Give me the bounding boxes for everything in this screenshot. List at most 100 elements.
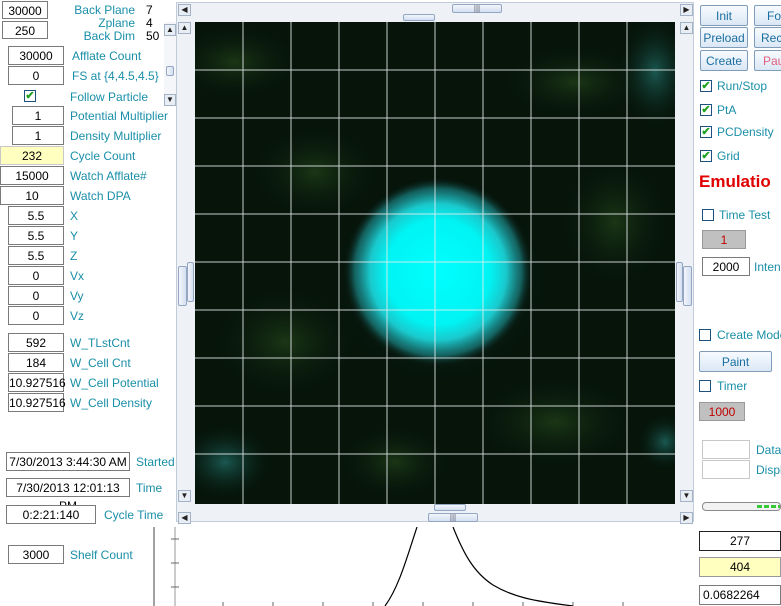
follow-particle-checkbox[interactable]: ✔ bbox=[24, 90, 36, 102]
bottom-splitter-handle[interactable] bbox=[434, 504, 466, 511]
right-scroll-up-icon[interactable]: ▲ bbox=[680, 22, 693, 34]
cycle-time-field[interactable]: 0:2:21:140 bbox=[6, 505, 96, 524]
create-mode-checkbox[interactable] bbox=[699, 329, 711, 341]
started-field[interactable]: 7/30/2013 3:44:30 AM bbox=[6, 452, 130, 471]
timer-checkbox[interactable] bbox=[699, 380, 711, 392]
cycle-count-field: 232 bbox=[0, 146, 64, 165]
check-icon: ✔ bbox=[701, 150, 711, 162]
check-icon: ✔ bbox=[701, 80, 711, 92]
y-field[interactable]: 5.5 bbox=[8, 226, 64, 245]
grid-checkbox[interactable]: ✔ bbox=[700, 150, 712, 162]
w-cell-potential-field[interactable]: 10.927516 bbox=[8, 373, 66, 392]
cycle-time-label: Cycle Time bbox=[104, 508, 164, 522]
side-scroll-up-icon[interactable]: ▲ bbox=[164, 24, 176, 36]
create-button[interactable]: Create bbox=[700, 50, 748, 71]
noise-blob bbox=[335, 422, 455, 502]
watch-dpa-label: Watch DPA bbox=[70, 189, 131, 203]
side-scroll-down-icon[interactable]: ▼ bbox=[164, 94, 176, 106]
pause-button[interactable]: Pau bbox=[754, 50, 781, 71]
watch-dpa-field[interactable]: 10 bbox=[0, 186, 64, 205]
z-label: Z bbox=[70, 249, 78, 263]
z-field[interactable]: 5.5 bbox=[8, 246, 64, 265]
afflate-count-field[interactable]: 30000 bbox=[8, 46, 64, 65]
back-dim-label: Back Dim bbox=[83, 29, 135, 43]
left-scroll-up-icon[interactable]: ▲ bbox=[178, 22, 191, 34]
display-field[interactable] bbox=[702, 460, 750, 479]
vy-field[interactable]: 0 bbox=[8, 286, 64, 305]
watch-afflate-field[interactable]: 15000 bbox=[0, 166, 64, 185]
shelf-count-label: Shelf Count bbox=[70, 548, 133, 562]
w-cell-density-label: W_Cell Density bbox=[70, 396, 153, 410]
left-splitter-handle[interactable] bbox=[187, 262, 194, 302]
x-label: X bbox=[70, 209, 79, 223]
pta-checkbox[interactable]: ✔ bbox=[700, 104, 712, 116]
w-cell-cnt-label: W_Cell Cnt bbox=[70, 356, 131, 370]
pcdensity-checkbox[interactable]: ✔ bbox=[700, 126, 712, 138]
y-label: Y bbox=[70, 229, 79, 243]
time-label: Time bbox=[136, 481, 163, 495]
top-field-1[interactable]: 30000 bbox=[2, 1, 48, 19]
graph-background bbox=[153, 527, 690, 606]
vx-field[interactable]: 0 bbox=[8, 266, 64, 285]
w-cell-density-field[interactable]: 10.927516 bbox=[8, 393, 66, 412]
cycle-count-label: Cycle Count bbox=[70, 149, 136, 163]
data-field[interactable] bbox=[702, 440, 750, 459]
density-multiplier-label: Density Multiplier bbox=[70, 129, 162, 143]
fo-button[interactable]: Fo bbox=[754, 5, 781, 26]
potential-multiplier-field[interactable]: 1 bbox=[12, 106, 64, 125]
data-label: Data bbox=[756, 443, 781, 457]
x-field[interactable]: 5.5 bbox=[8, 206, 64, 225]
time-test-checkbox[interactable] bbox=[702, 209, 714, 221]
right-scroll-thumb[interactable] bbox=[683, 266, 692, 306]
preload-button[interactable]: Preload bbox=[700, 27, 748, 48]
top-scroll-thumb[interactable]: ||| bbox=[452, 4, 502, 13]
bottom-scroll-left-icon[interactable]: ◀ bbox=[178, 512, 191, 524]
top-scroll-left-icon[interactable]: ◀ bbox=[178, 4, 191, 16]
right-scroll-down-icon[interactable]: ▼ bbox=[680, 490, 693, 502]
check-icon: ✔ bbox=[25, 90, 35, 102]
cycle-graph bbox=[153, 527, 690, 606]
top-field-2[interactable]: 250 bbox=[2, 21, 48, 39]
intensity-field[interactable]: 2000 bbox=[702, 257, 750, 276]
value-ratio-field: 0.0682264 bbox=[699, 585, 781, 605]
top-splitter-handle[interactable] bbox=[403, 14, 435, 21]
fs-label: FS at {4,4.5,4.5} bbox=[72, 69, 159, 83]
display-label: Displ bbox=[756, 463, 781, 477]
run-stop-checkbox[interactable]: ✔ bbox=[700, 80, 712, 92]
fs-field[interactable]: 0 bbox=[8, 66, 64, 85]
back-dim-value: 50 bbox=[146, 29, 160, 43]
vz-field[interactable]: 0 bbox=[8, 306, 64, 325]
pcdensity-label: PCDensity bbox=[717, 125, 774, 139]
timer-value: 1000 bbox=[699, 402, 745, 421]
time-test-label: Time Test bbox=[719, 208, 771, 222]
shelf-count-field[interactable]: 3000 bbox=[8, 545, 64, 564]
emulation-label: Emulatio bbox=[699, 172, 771, 191]
side-scroll-thumb[interactable] bbox=[166, 66, 174, 76]
bottom-scroll-right-icon[interactable]: ▶ bbox=[680, 512, 693, 524]
afflate-count-label: Afflate Count bbox=[72, 49, 142, 63]
vy-label: Vy bbox=[70, 289, 84, 303]
progress-fill bbox=[757, 505, 780, 508]
bottom-scroll-thumb[interactable]: ||| bbox=[428, 513, 478, 522]
left-scroll-thumb[interactable] bbox=[178, 266, 187, 306]
value-277-field: 277 bbox=[699, 531, 781, 551]
w-tlstcnt-field[interactable]: 592 bbox=[8, 333, 64, 352]
init-button[interactable]: Init bbox=[700, 5, 748, 26]
potential-multiplier-label: Potential Multiplier bbox=[70, 109, 169, 123]
left-scroll-down-icon[interactable]: ▼ bbox=[178, 490, 191, 502]
right-splitter-handle[interactable] bbox=[676, 262, 683, 302]
rec-button[interactable]: Rec bbox=[754, 27, 781, 48]
progress-bar bbox=[702, 502, 781, 511]
w-cell-cnt-field[interactable]: 184 bbox=[8, 353, 64, 372]
paint-button[interactable]: Paint bbox=[699, 351, 772, 372]
check-icon: ✔ bbox=[701, 126, 711, 138]
time-field[interactable]: 7/30/2013 12:01:13 PM bbox=[6, 478, 130, 513]
particle-density-view[interactable] bbox=[195, 22, 675, 504]
top-scroll-right-icon[interactable]: ▶ bbox=[680, 4, 693, 16]
particle-blob bbox=[343, 177, 533, 367]
grid-label: Grid bbox=[717, 149, 740, 163]
check-icon: ✔ bbox=[701, 104, 711, 116]
noise-blob bbox=[555, 152, 675, 292]
density-multiplier-field[interactable]: 1 bbox=[12, 126, 64, 145]
vx-label: Vx bbox=[70, 269, 85, 283]
